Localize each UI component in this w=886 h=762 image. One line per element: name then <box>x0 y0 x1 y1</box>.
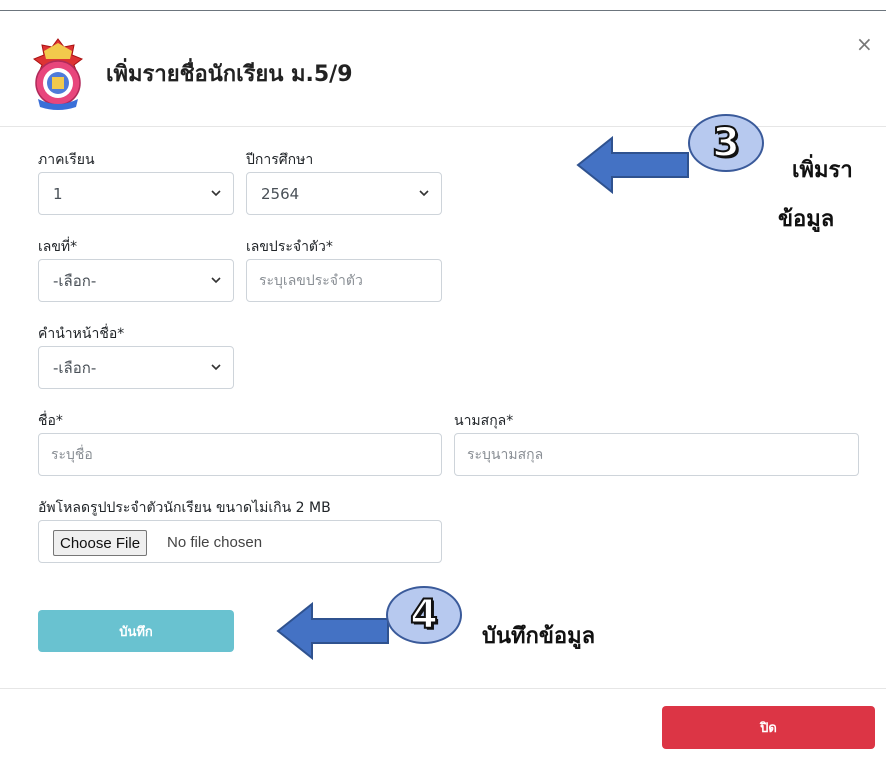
step-3-badge: 3 <box>688 114 764 172</box>
close-button[interactable]: ปิด <box>662 706 875 749</box>
number-label: เลขที่* <box>38 239 78 255</box>
prefix-select[interactable]: -เลือก- <box>38 346 234 389</box>
photo-file-input[interactable]: Choose File No file chosen <box>38 520 442 563</box>
chevron-down-icon <box>211 364 221 371</box>
number-value: -เลือก- <box>53 271 97 290</box>
semester-value: 1 <box>53 184 63 203</box>
academic-year-select[interactable]: 2564 <box>246 172 442 215</box>
prefix-value: -เลือก- <box>53 358 97 377</box>
last-name-label: นามสกุล* <box>454 413 514 429</box>
choose-file-button[interactable]: Choose File <box>53 530 148 556</box>
step-4-badge: 4 <box>386 586 462 644</box>
first-name-input[interactable]: ระบุชื่อ <box>38 433 442 476</box>
photo-upload-label: อัพโหลดรูปประจำตัวนักเรียน ขนาดไม่เกิน 2… <box>38 500 331 516</box>
first-name-label: ชื่อ* <box>38 413 63 429</box>
chevron-down-icon <box>211 277 221 284</box>
last-name-placeholder: ระบุนามสกุล <box>467 446 544 463</box>
step-3-text-line2: ข้อมูล <box>778 207 835 232</box>
prefix-label: คำนำหน้าชื่อ* <box>38 326 125 342</box>
student-id-label: เลขประจำตัว* <box>246 239 333 255</box>
close-x-button[interactable]: × <box>856 34 873 54</box>
left-arrow-icon <box>276 602 389 660</box>
semester-select[interactable]: 1 <box>38 172 234 215</box>
number-select[interactable]: -เลือก- <box>38 259 234 302</box>
chevron-down-icon <box>211 190 221 197</box>
last-name-input[interactable]: ระบุนามสกุล <box>454 433 859 476</box>
first-name-placeholder: ระบุชื่อ <box>51 446 93 463</box>
academic-year-value: 2564 <box>261 184 300 203</box>
chevron-down-icon <box>419 190 429 197</box>
academic-year-label: ปีการศึกษา <box>246 152 314 168</box>
school-logo <box>32 38 84 110</box>
student-id-placeholder: ระบุเลขประจำตัว <box>259 272 363 289</box>
step-3-number: 3 <box>711 120 741 166</box>
modal-title: เพิ่มรายชื่อนักเรียน ม.5/9 <box>106 62 353 87</box>
file-status-text: No file chosen <box>167 534 263 551</box>
student-id-input[interactable]: ระบุเลขประจำตัว <box>246 259 442 302</box>
save-button[interactable]: บันทึก <box>38 610 234 652</box>
footer-divider <box>0 688 886 689</box>
semester-label: ภาคเรียน <box>38 152 95 168</box>
left-arrow-icon <box>576 136 689 194</box>
step-3-text-line1: เพิ่มรา <box>792 158 853 183</box>
step-4-text: บันทึกข้อมูล <box>482 624 596 649</box>
step-4-number: 4 <box>409 592 439 638</box>
